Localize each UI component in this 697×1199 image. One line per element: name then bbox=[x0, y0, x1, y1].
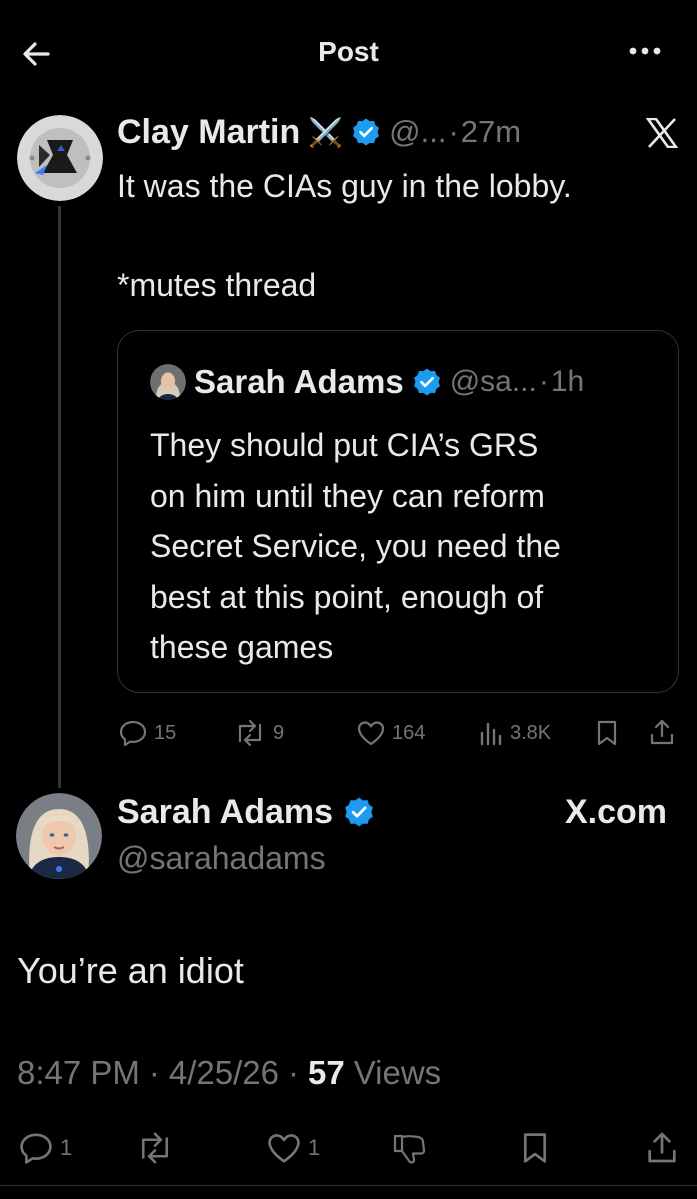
like-count: 164 bbox=[392, 721, 426, 744]
more-dots-icon[interactable] bbox=[625, 43, 665, 59]
reply-icon bbox=[118, 719, 148, 747]
quote-text-line: on him until they can reform bbox=[150, 477, 545, 514]
avatar[interactable] bbox=[17, 115, 103, 201]
avatar[interactable] bbox=[16, 793, 102, 879]
share-icon[interactable] bbox=[649, 718, 675, 746]
tweet-time: 8:47 PM bbox=[17, 1054, 140, 1091]
reply-header: Clay Martin ⚔️ @... · 27m bbox=[117, 112, 521, 152]
like-button[interactable]: 164 bbox=[356, 719, 425, 747]
repost-icon[interactable] bbox=[135, 1131, 175, 1165]
x-logo-icon bbox=[646, 118, 678, 148]
repost-button[interactable]: 9 bbox=[233, 719, 284, 747]
author-handle: @sa... bbox=[449, 365, 537, 398]
avatar bbox=[150, 364, 186, 400]
bookmark-icon[interactable] bbox=[595, 719, 619, 747]
separator-dot: · bbox=[288, 1054, 300, 1091]
quote-header: Sarah Adams @sa... · 1h bbox=[194, 362, 584, 402]
main-tweet-header: Sarah Adams bbox=[117, 791, 375, 833]
like-count: 1 bbox=[308, 1135, 321, 1160]
author-handle[interactable]: @sarahadams bbox=[117, 840, 326, 877]
heart-icon bbox=[356, 719, 386, 747]
quote-text: They should put CIA’s GRS on him until t… bbox=[150, 420, 670, 673]
separator-dot: · bbox=[148, 1054, 160, 1091]
tweet-text: You’re an idiot bbox=[17, 950, 244, 991]
author-handle[interactable]: @... bbox=[389, 114, 446, 150]
quote-text-line: They should put CIA’s GRS bbox=[150, 427, 539, 463]
verified-badge-icon bbox=[343, 796, 375, 828]
reply-icon bbox=[18, 1131, 54, 1165]
like-button[interactable]: 1 bbox=[266, 1131, 320, 1165]
views-label: Views bbox=[353, 1054, 442, 1091]
reply-button[interactable]: 15 bbox=[118, 719, 176, 747]
author-name: Sarah Adams bbox=[194, 363, 404, 400]
separator-dot: · bbox=[448, 114, 459, 149]
author-emoji: ⚔️ bbox=[308, 116, 344, 148]
dislike-icon[interactable] bbox=[391, 1131, 429, 1167]
bookmark-icon[interactable] bbox=[520, 1131, 550, 1165]
page-title: Post bbox=[318, 36, 379, 67]
tweet-time: 1h bbox=[550, 365, 585, 398]
site-label: X.com bbox=[564, 793, 667, 831]
author-name[interactable]: Clay Martin bbox=[117, 113, 300, 152]
verified-badge-icon bbox=[412, 367, 442, 397]
tweet-date: 4/25/26 bbox=[168, 1054, 280, 1091]
share-icon[interactable] bbox=[646, 1130, 678, 1165]
repost-count: 9 bbox=[273, 721, 285, 744]
heart-icon bbox=[266, 1131, 302, 1165]
views-button[interactable]: 3.8K bbox=[478, 719, 551, 747]
views-count: 3.8K bbox=[510, 721, 552, 744]
quote-text-line: best at this point, enough of bbox=[150, 578, 544, 615]
verified-badge-icon bbox=[351, 117, 381, 147]
tweet-meta: 8:47 PM · 4/25/26 · 57 Views bbox=[17, 1054, 441, 1092]
views-count: 57 bbox=[308, 1054, 345, 1091]
tweet-text-line: It was the CIAs guy in the lobby. bbox=[117, 168, 572, 204]
tweet-text-line: *mutes thread bbox=[117, 267, 317, 303]
reply-button[interactable]: 1 bbox=[18, 1131, 72, 1165]
separator-dot: · bbox=[538, 365, 549, 398]
quote-text-line: Secret Service, you need the bbox=[150, 528, 561, 564]
bottom-divider bbox=[0, 1185, 697, 1186]
reply-count: 1 bbox=[60, 1135, 73, 1160]
views-chart-icon bbox=[478, 719, 504, 747]
quote-text-line: these games bbox=[150, 629, 334, 665]
author-name[interactable]: Sarah Adams bbox=[117, 793, 333, 832]
repost-icon bbox=[233, 719, 267, 747]
thread-line bbox=[58, 206, 61, 788]
tweet-time[interactable]: 27m bbox=[461, 114, 521, 150]
reply-count: 15 bbox=[154, 721, 177, 744]
